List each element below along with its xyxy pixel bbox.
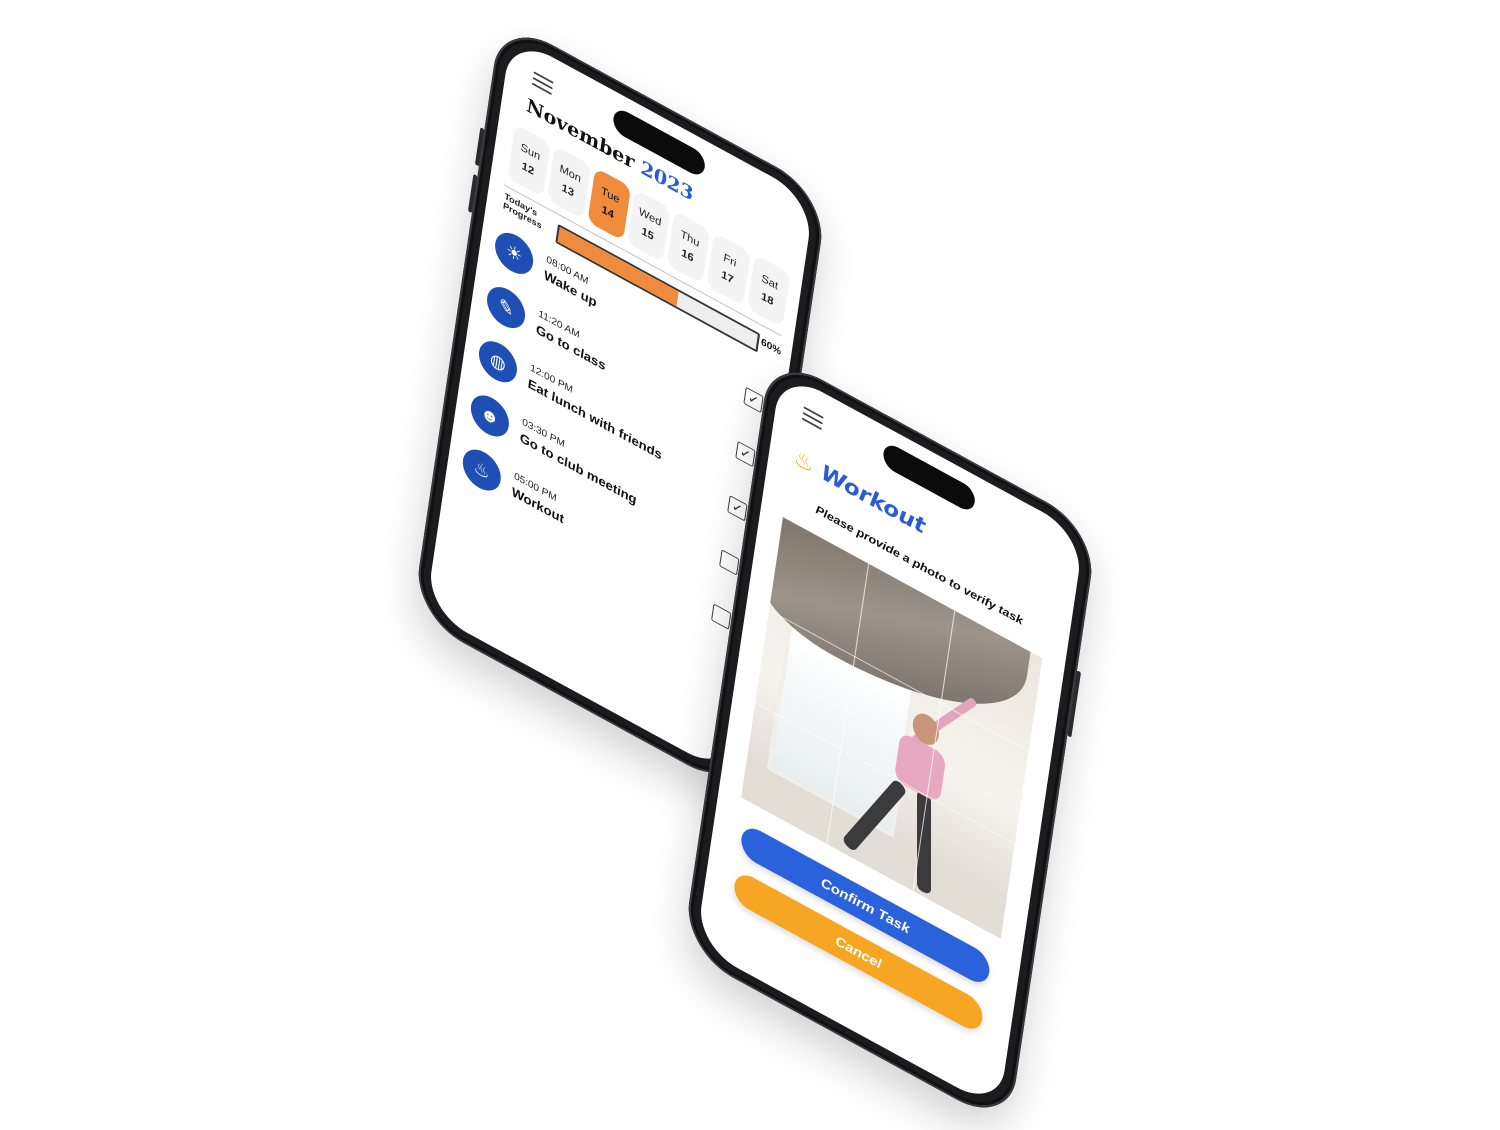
verify-screen: ♨ Workout Please provide a photo to veri… [695, 369, 1085, 1111]
task-checkbox[interactable]: ✓ [727, 495, 748, 522]
volume-up-button [474, 127, 485, 167]
day-name: Sat [760, 272, 779, 293]
day-number: 13 [560, 181, 575, 200]
task-checkbox[interactable] [719, 549, 740, 576]
day-name: Fri [722, 251, 738, 270]
day-wed[interactable]: Wed 15 [626, 188, 671, 263]
day-sat[interactable]: Sat 18 [746, 254, 791, 328]
day-number: 12 [521, 160, 535, 178]
menu-icon[interactable] [531, 71, 554, 99]
flame-icon: ♨ [792, 444, 816, 479]
day-thu[interactable]: Thu 16 [666, 210, 711, 285]
day-number: 16 [680, 247, 695, 265]
progress-percent: 60% [760, 336, 782, 358]
day-number: 14 [600, 203, 615, 222]
day-number: 15 [640, 225, 655, 244]
day-number: 17 [720, 268, 735, 287]
task-checkbox[interactable]: ✓ [743, 386, 764, 414]
power-button [1067, 670, 1082, 738]
day-sun[interactable]: Sun 12 [507, 123, 552, 198]
day-fri[interactable]: Fri 17 [706, 232, 751, 307]
day-number: 18 [760, 290, 775, 309]
day-mon[interactable]: Mon 13 [547, 145, 592, 220]
menu-icon[interactable] [801, 406, 824, 434]
sun-icon: ☀ [492, 225, 536, 282]
volume-down-button [467, 173, 478, 214]
task-checkbox[interactable]: ✓ [735, 440, 756, 468]
day-tue[interactable]: Tue 14 [586, 167, 631, 241]
task-checkbox[interactable] [711, 603, 732, 630]
